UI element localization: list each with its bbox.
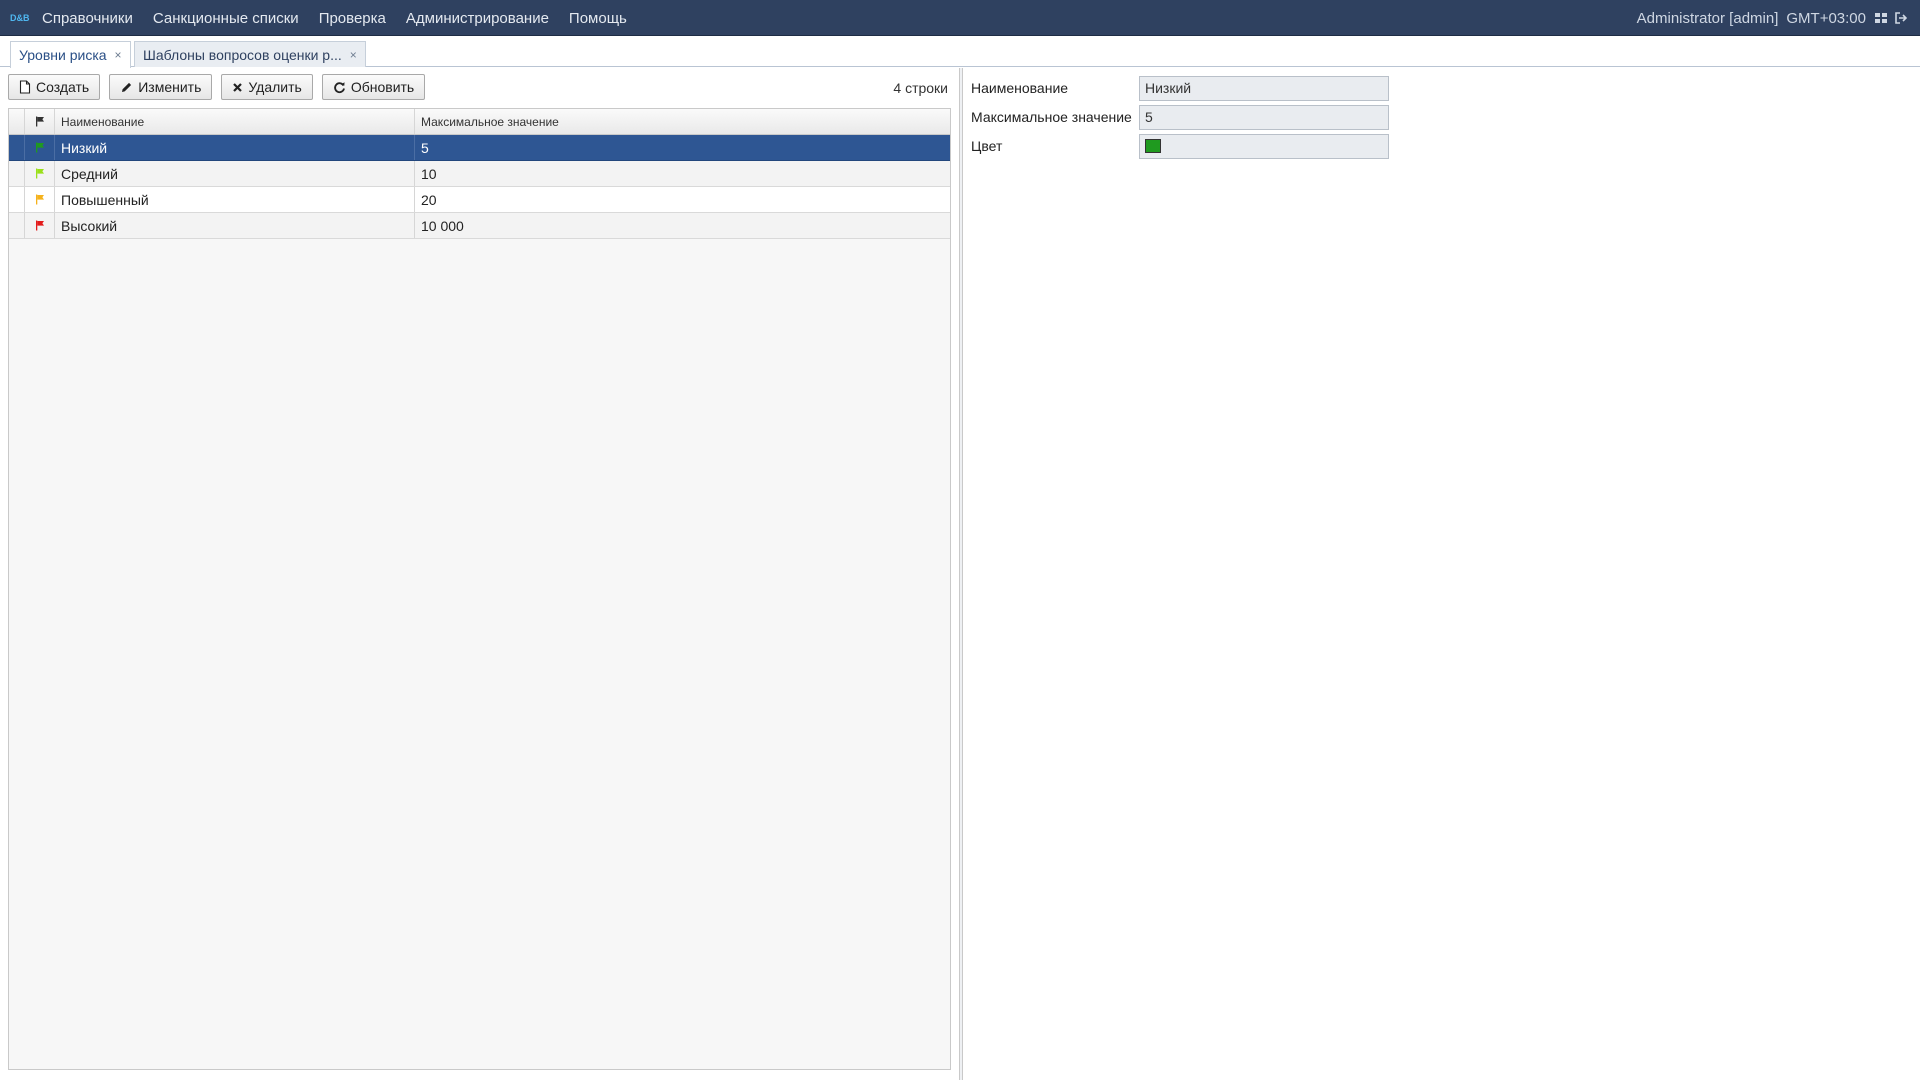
color-row: Цвет — [971, 133, 1389, 159]
menu-item-check[interactable]: Проверка — [319, 10, 386, 27]
max-value-row: Максимальное значение 5 — [971, 104, 1389, 130]
x-icon — [233, 82, 243, 92]
app-logo[interactable]: D&B — [10, 11, 30, 25]
name-label: Наименование — [971, 80, 1069, 96]
table-row[interactable]: Низкий 5 — [9, 135, 950, 161]
refresh-button[interactable]: Обновить — [321, 74, 426, 100]
table-body: Низкий 5 Средний 10 Повышенный 20 Высоки… — [9, 135, 950, 239]
column-header-max-value[interactable]: Максимальное значение — [415, 109, 950, 134]
row-selector[interactable] — [9, 135, 25, 160]
flag-icon — [25, 161, 55, 186]
row-name: Средний — [55, 161, 415, 186]
tab-question-templates[interactable]: Шаблоны вопросов оценки р... × — [134, 41, 366, 67]
table-row[interactable]: Повышенный 20 — [9, 187, 950, 213]
flag-icon — [25, 135, 55, 160]
timezone: GMT+03:00 — [1786, 9, 1866, 27]
row-name: Низкий — [55, 135, 415, 160]
flag-icon — [35, 116, 44, 127]
row-selector[interactable] — [9, 213, 25, 238]
risk-levels-table: Наименование Максимальное значение Низки… — [8, 108, 951, 1070]
flag-icon — [25, 187, 55, 212]
color-label: Цвет — [971, 138, 1003, 154]
name-field[interactable]: Низкий — [1139, 75, 1389, 101]
main-menu: Справочники Санкционные списки Проверка … — [42, 0, 647, 36]
grid-layout-icon[interactable] — [1874, 11, 1888, 25]
max-value-field[interactable]: 5 — [1139, 104, 1389, 130]
name-row: Наименование Низкий — [971, 75, 1389, 101]
row-selector-header — [9, 109, 25, 134]
tab-risk-levels[interactable]: Уровни риска × — [10, 41, 131, 68]
color-swatch — [1145, 139, 1161, 153]
top-menu-bar: D&B Справочники Санкционные списки Прове… — [0, 0, 1920, 36]
column-header-name[interactable]: Наименование — [55, 109, 415, 134]
table-row[interactable]: Средний 10 — [9, 161, 950, 187]
user-area: Administrator [admin] GMT+03:00 — [1629, 0, 1908, 36]
row-selector[interactable] — [9, 187, 25, 212]
create-button-label: Создать — [36, 79, 90, 95]
row-name: Высокий — [55, 213, 415, 238]
pencil-icon — [122, 82, 132, 92]
row-max-value: 10 000 — [421, 217, 464, 234]
create-button[interactable]: Создать — [8, 74, 101, 100]
edit-button[interactable]: Изменить — [109, 74, 213, 100]
close-icon[interactable]: × — [350, 48, 357, 62]
table-header: Наименование Максимальное значение — [9, 109, 950, 135]
edit-button-label: Изменить — [138, 79, 202, 95]
table-row[interactable]: Высокий 10 000 — [9, 213, 950, 239]
refresh-icon — [334, 81, 345, 93]
delete-button-label: Удалить — [248, 79, 302, 95]
row-max-value: 20 — [421, 191, 437, 208]
delete-button[interactable]: Удалить — [221, 74, 313, 100]
user-name[interactable]: Administrator [admin] — [1637, 10, 1779, 27]
tab-label: Шаблоны вопросов оценки р... — [143, 46, 342, 63]
tab-label: Уровни риска — [19, 47, 107, 63]
color-field[interactable] — [1139, 133, 1389, 159]
menu-item-sanction-lists[interactable]: Санкционные списки — [153, 10, 299, 27]
row-name: Повышенный — [55, 187, 415, 212]
row-count: 4 строки — [893, 80, 948, 96]
details-form: Наименование Низкий Максимальное значени… — [971, 75, 1389, 162]
toolbar: Создать Изменить Удалить Обновить — [8, 74, 434, 100]
refresh-button-label: Обновить — [350, 79, 415, 95]
logout-icon[interactable] — [1894, 11, 1908, 25]
max-value-label: Максимальное значение — [971, 109, 1132, 125]
tab-bar: Уровни риска × Шаблоны вопросов оценки р… — [0, 36, 1920, 68]
flag-icon — [25, 213, 55, 238]
menu-item-directories[interactable]: Справочники — [42, 10, 133, 27]
row-selector[interactable] — [9, 161, 25, 186]
menu-item-administration[interactable]: Администрирование — [406, 10, 549, 27]
flag-column-header[interactable] — [25, 109, 55, 134]
close-icon[interactable]: × — [115, 48, 122, 62]
row-max-value: 10 — [421, 165, 437, 182]
menu-item-help[interactable]: Помощь — [569, 10, 627, 27]
panel-splitter[interactable] — [959, 68, 963, 1080]
file-icon — [19, 80, 31, 94]
row-max-value: 5 — [421, 139, 429, 156]
